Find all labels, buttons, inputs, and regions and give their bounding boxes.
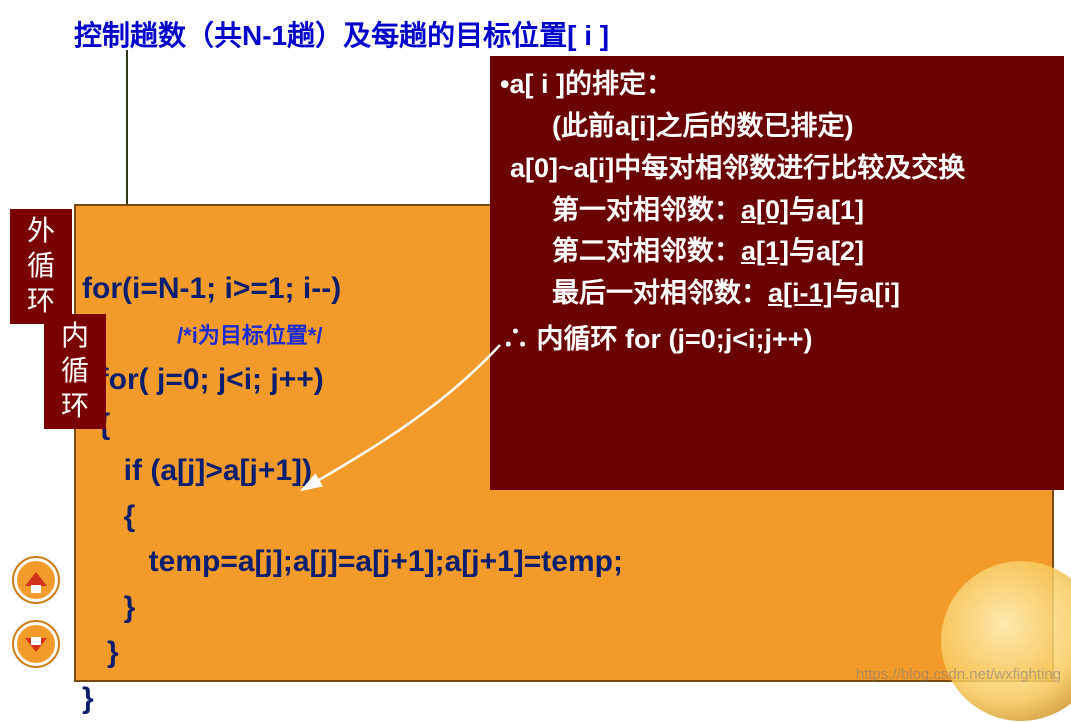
pair3-pre: 最后一对相邻数： <box>552 278 768 308</box>
watermark-text: https://blog.csdn.net/wxfighting <box>856 666 1061 683</box>
pair2-u: a[1] <box>741 236 789 266</box>
arrow-to-outer-loop <box>126 50 128 218</box>
info-therefore: ∴ 内循环 for (j=0;j<i;j++) <box>500 319 1056 361</box>
info-desc: a[0]~a[i]中每对相邻数进行比较及交换 <box>500 148 1056 190</box>
prev-slide-button[interactable] <box>14 558 58 602</box>
pair1-mid: 与a[1] <box>789 195 864 225</box>
code-line: } <box>82 636 119 669</box>
pair3-u: a[i-1] <box>768 278 833 308</box>
info-pair-1: 第一对相邻数：a[0]与a[1] <box>500 190 1056 232</box>
code-line-for-outer: for(i=N-1; i>=1; i--) <box>82 272 341 305</box>
code-line: } <box>82 591 135 624</box>
label-inner-loop: 内循环 <box>44 314 106 429</box>
code-line-swap: temp=a[j];a[j]=a[j+1];a[j+1]=temp; <box>82 545 623 578</box>
arrow-up-icon <box>25 572 47 586</box>
label-outer-loop: 外循环 <box>10 209 72 324</box>
code-line-for-inner: for( j=0; j<i; j++) <box>82 363 324 396</box>
pair3-mid: 与a[i] <box>833 278 901 308</box>
info-pair-2: 第二对相邻数：a[1]与a[2] <box>500 231 1056 273</box>
info-heading: •a[ i ]的排定： <box>500 64 1056 106</box>
pair2-mid: 与a[2] <box>789 236 864 266</box>
next-slide-button[interactable] <box>14 622 58 666</box>
explanation-box: •a[ i ]的排定： (此前a[i]之后的数已排定) a[0]~a[i]中每对… <box>490 56 1064 490</box>
pair2-pre: 第二对相邻数： <box>552 236 741 266</box>
slide-title: 控制趟数（共N-1趟）及每趟的目标位置[ i ] <box>74 14 609 54</box>
code-line: { <box>82 500 135 533</box>
code-line: } <box>82 682 94 715</box>
pair1-u: a[0] <box>741 195 789 225</box>
code-line-if: if (a[j]>a[j+1]) <box>82 454 312 487</box>
code-comment: /*i为目标位置*/ <box>177 323 322 348</box>
info-sub: (此前a[i]之后的数已排定) <box>500 106 1056 148</box>
info-pair-3: 最后一对相邻数：a[i-1]与a[i] <box>500 273 1056 315</box>
pair1-pre: 第一对相邻数： <box>552 195 741 225</box>
